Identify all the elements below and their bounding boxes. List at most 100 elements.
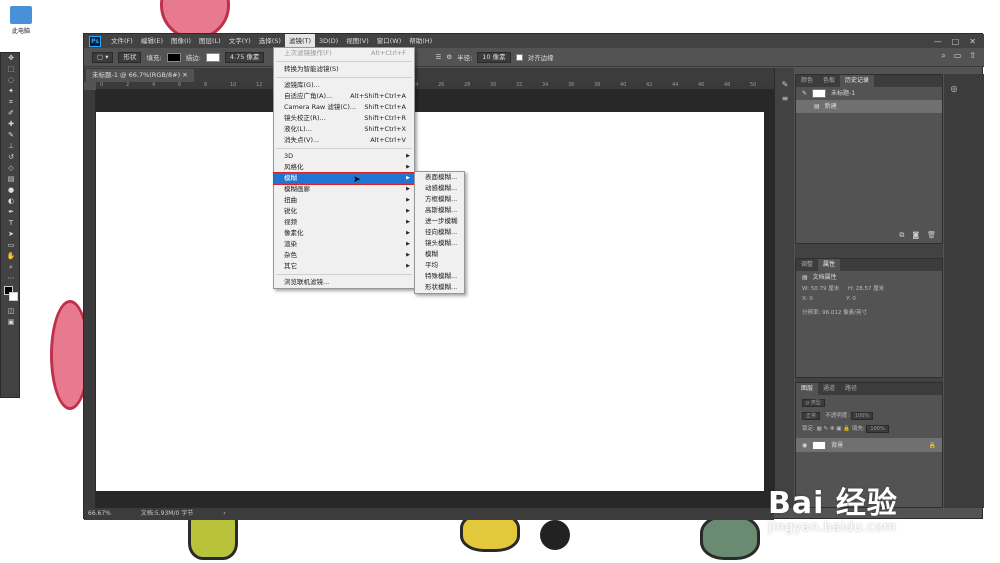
menu-layer[interactable]: 图层(L)	[195, 34, 225, 48]
healing-tool-icon[interactable]: ✚	[1, 119, 21, 130]
color-swatches-icon[interactable]	[1, 284, 21, 306]
shape-mode-select[interactable]: 形状	[118, 51, 142, 63]
filter-menu-item[interactable]: 自适应广角(A)... Alt+Shift+Ctrl+A	[274, 91, 414, 102]
menu-window[interactable]: 窗口(W)	[373, 34, 406, 48]
filter-menu-item[interactable]: 镜头校正(R)... Shift+Ctrl+R	[274, 113, 414, 124]
filter-menu-item[interactable]: Camera Raw 滤镜(C)... Shift+Ctrl+A	[274, 102, 414, 113]
y-value[interactable]: 0	[852, 296, 856, 302]
filter-menu-item[interactable]: 液化(L)... Shift+Ctrl+X	[274, 124, 414, 135]
menu-view[interactable]: 视图(V)	[342, 34, 373, 48]
menu-image[interactable]: 图像(I)	[167, 34, 195, 48]
fill-swatch[interactable]	[166, 52, 181, 62]
camera-icon[interactable]: ◙	[912, 231, 919, 240]
blend-mode-select[interactable]: 正常	[802, 412, 821, 420]
blur-submenu-item[interactable]: 高斯模糊...	[415, 205, 464, 216]
tab-layers[interactable]: 图层	[796, 383, 819, 395]
blur-submenu-item[interactable]: 进一步模糊	[415, 216, 464, 227]
blur-submenu-item[interactable]: 径向模糊...	[415, 227, 464, 238]
height-value[interactable]: 28.57 厘米	[856, 286, 885, 292]
width-value[interactable]: 50.79 厘米	[811, 286, 840, 292]
filter-menu-item[interactable]: 转换为智能滤镜(S)	[274, 64, 414, 75]
radius-input[interactable]: 10 像素	[477, 51, 511, 63]
tab-adjustments[interactable]: 调整	[796, 259, 818, 271]
crop-tool-icon[interactable]: ⌗	[1, 97, 21, 108]
path-select-tool-icon[interactable]: ➤	[1, 229, 21, 240]
filter-menu-item[interactable]: 风格化 ▶	[274, 162, 414, 173]
new-document-from-state-icon[interactable]: ⧉	[899, 231, 904, 240]
filter-menu-item[interactable]: 渲染 ▶	[274, 239, 414, 250]
filter-menu-item[interactable]: 模糊画廊 ▶	[274, 184, 414, 195]
blur-submenu-item[interactable]: 动感模糊...	[415, 183, 464, 194]
blur-submenu-item[interactable]: 模糊	[415, 249, 464, 260]
filter-menu-item[interactable]: 滤镜库(G)...	[274, 80, 414, 91]
blur-submenu-item[interactable]: 表面模糊...	[415, 172, 464, 183]
opacity-input[interactable]: 100%	[850, 412, 874, 420]
blur-submenu-item[interactable]: 平均	[415, 260, 464, 271]
zoom-level[interactable]: 66.67%	[88, 508, 111, 520]
filter-menu-item[interactable]: 锐化 ▶	[274, 206, 414, 217]
lasso-tool-icon[interactable]: ◌	[1, 75, 21, 86]
filter-menu-item[interactable]: 其它 ▶	[274, 261, 414, 272]
tool-preset-picker[interactable]: ▢ ▾	[92, 51, 114, 63]
blur-submenu-item[interactable]: 镜头模糊...	[415, 238, 464, 249]
eraser-tool-icon[interactable]: ◇	[1, 163, 21, 174]
close-button[interactable]: ✕	[969, 37, 976, 46]
desktop-icon-this-pc[interactable]: 此电脑	[4, 6, 38, 35]
blur-submenu-item[interactable]: 形状模糊...	[415, 282, 464, 293]
marquee-tool-icon[interactable]: ⬚	[1, 64, 21, 75]
tab-paths[interactable]: 路径	[840, 383, 862, 395]
pen-tool-icon[interactable]: ✒	[1, 207, 21, 218]
type-tool-icon[interactable]: T	[1, 218, 21, 229]
tab-channels[interactable]: 通道	[818, 383, 840, 395]
tab-swatches[interactable]: 色板	[818, 75, 840, 87]
tab-properties[interactable]: 属性	[818, 259, 841, 271]
filter-menu-item[interactable]: 模糊 ▶	[273, 172, 415, 185]
gear-icon[interactable]: ⚙	[446, 53, 452, 61]
menu-3d[interactable]: 3D(D)	[315, 34, 342, 48]
path-align-icon[interactable]: ☰	[435, 53, 441, 61]
move-tool-icon[interactable]: ✥	[1, 53, 21, 64]
chevron-right-icon[interactable]: ›	[223, 508, 225, 520]
minimize-button[interactable]: —	[934, 37, 942, 46]
menu-select[interactable]: 选择(S)	[255, 34, 285, 48]
lock-icons[interactable]: ▦ ✎ ✥ ▣ 🔒	[817, 426, 850, 432]
filter-menu-item[interactable]: 浏览联机滤镜...	[274, 277, 414, 288]
layer-kind-filter[interactable]: ρ 类型	[802, 399, 825, 407]
filter-menu-item[interactable]: 像素化 ▶	[274, 228, 414, 239]
workspace-icon[interactable]: ▭	[954, 51, 962, 61]
blur-tool-icon[interactable]: ●	[1, 185, 21, 196]
share-icon[interactable]: ⇧	[969, 51, 976, 61]
dodge-tool-icon[interactable]: ◐	[1, 196, 21, 207]
align-edges-checkbox[interactable]	[515, 53, 523, 61]
hand-tool-icon[interactable]: ✋	[1, 251, 21, 262]
screen-mode-icon[interactable]: ▣	[1, 317, 21, 328]
adjust-panel-icon[interactable]: ≡	[775, 92, 795, 106]
history-snapshot[interactable]: ✎ 未标题-1	[796, 87, 942, 100]
eye-icon[interactable]: ◉	[802, 439, 807, 452]
eyedropper-tool-icon[interactable]: ✐	[1, 108, 21, 119]
brush-tool-icon[interactable]: ✎	[1, 130, 21, 141]
maximize-button[interactable]: □	[952, 37, 960, 46]
history-state[interactable]: ▤ 新建	[796, 100, 942, 113]
menu-filter[interactable]: 滤镜(T)	[284, 34, 315, 48]
quick-select-tool-icon[interactable]: ✦	[1, 86, 21, 97]
gradient-tool-icon[interactable]: ▤	[1, 174, 21, 185]
fill-input[interactable]: 100%	[866, 425, 889, 433]
stroke-swatch[interactable]	[205, 52, 220, 62]
zoom-tool-icon[interactable]: ⌕	[1, 262, 21, 273]
filter-menu-item[interactable]: 扭曲 ▶	[274, 195, 414, 206]
menu-type[interactable]: 文字(Y)	[225, 34, 255, 48]
history-brush-tool-icon[interactable]: ↺	[1, 152, 21, 163]
brush-panel-icon[interactable]: ✎	[775, 78, 795, 92]
tab-color[interactable]: 颜色	[796, 75, 818, 87]
stroke-size-input[interactable]: 4.75 像素	[224, 51, 265, 63]
document-canvas[interactable]	[96, 112, 764, 491]
layer-row[interactable]: ◉ 背景 🔒	[796, 438, 942, 452]
x-value[interactable]: 0	[809, 296, 813, 302]
menu-help[interactable]: 帮助(H)	[405, 34, 436, 48]
menu-file[interactable]: 文件(F)	[107, 34, 137, 48]
stamp-tool-icon[interactable]: ⊥	[1, 141, 21, 152]
quick-mask-icon[interactable]: ◫	[1, 306, 21, 317]
filter-menu-item[interactable]: 视频 ▶	[274, 217, 414, 228]
filter-menu-item[interactable]: 杂色 ▶	[274, 250, 414, 261]
